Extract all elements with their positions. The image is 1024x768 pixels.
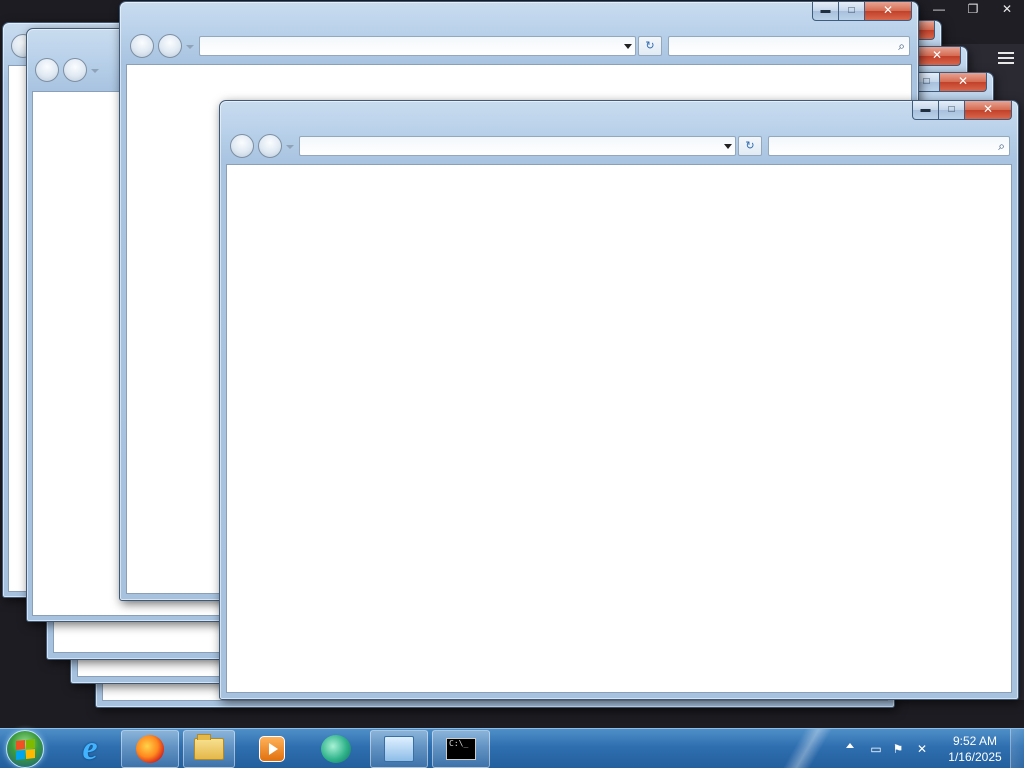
forward-button[interactable] (258, 134, 282, 158)
taskbar-firefox[interactable] (121, 730, 179, 768)
windows-logo-icon (15, 738, 35, 760)
start-button[interactable] (6, 730, 44, 768)
clock[interactable]: 9:52 AM 1/16/2025 (940, 733, 1010, 765)
cmd-icon: C:\_ (446, 738, 476, 760)
taskbar-remote-desktop[interactable] (370, 730, 428, 768)
taskbar-ie[interactable]: e (62, 730, 118, 768)
media-player-icon (259, 736, 285, 762)
maximize-button[interactable]: □ (939, 101, 965, 120)
close-button[interactable]: ✕ (865, 2, 912, 21)
ie-icon: e (82, 730, 98, 767)
address-dropdown-icon[interactable] (724, 144, 732, 149)
recent-pages-arrow[interactable] (91, 69, 99, 73)
window-content (226, 164, 1012, 693)
close-button[interactable]: ✕ (990, 0, 1024, 18)
restore-button[interactable]: ❐ (956, 0, 990, 18)
address-bar[interactable] (299, 136, 736, 156)
address-dropdown-icon[interactable] (624, 44, 632, 49)
close-button[interactable]: ✕ (914, 47, 961, 66)
taskbar-cmd[interactable]: C:\_ (432, 730, 490, 768)
minimize-button[interactable]: ▬ (812, 2, 839, 21)
explorer-window-active[interactable]: ▬ □ ✕ ↻ ⌕ (219, 100, 1019, 700)
minimize-button[interactable]: ▬ (912, 101, 939, 120)
address-bar[interactable] (199, 36, 636, 56)
forward-button[interactable] (158, 34, 182, 58)
firefox-icon (136, 735, 164, 763)
taskbar-green-app[interactable] (307, 730, 365, 768)
taskbar-media-player[interactable] (243, 730, 301, 768)
maximize-button[interactable]: □ (839, 2, 865, 21)
refresh-button[interactable]: ↻ (638, 36, 662, 56)
search-box[interactable]: ⌕ (668, 36, 910, 56)
back-button[interactable] (130, 34, 154, 58)
caption-buttons: ▬ □ ✕ (812, 2, 912, 21)
close-button[interactable]: ✕ (965, 101, 1012, 120)
action-center-flag-icon[interactable]: ⚑ (890, 741, 906, 757)
caption-buttons: ▬ □ ✕ (912, 101, 1012, 120)
search-box[interactable]: ⌕ (768, 136, 1010, 156)
search-icon[interactable]: ⌕ (898, 39, 905, 54)
recent-pages-arrow[interactable] (286, 145, 294, 149)
minimize-button[interactable]: — (922, 0, 956, 18)
clock-time: 9:52 AM (952, 734, 998, 748)
folder-icon (194, 734, 224, 760)
clock-date: 1/16/2025 (948, 750, 1002, 764)
back-button[interactable] (35, 58, 59, 82)
dark-browser-controls: — ❐ ✕ (922, 0, 1024, 18)
forward-button[interactable] (63, 58, 87, 82)
taskbar-explorer[interactable] (183, 730, 235, 768)
green-app-icon (321, 735, 351, 763)
close-button[interactable]: ✕ (940, 73, 987, 92)
search-icon[interactable]: ⌕ (998, 139, 1005, 154)
back-button[interactable] (230, 134, 254, 158)
show-desktop-button[interactable] (1010, 729, 1024, 768)
volume-muted-icon[interactable]: ✕ (914, 741, 930, 757)
remote-desktop-icon (384, 736, 414, 762)
refresh-button[interactable]: ↻ (738, 136, 762, 156)
recent-pages-arrow[interactable] (186, 45, 194, 49)
chevron-up-icon[interactable] (846, 743, 854, 748)
taskbar: e C:\_ ▭ ⚑ ✕ 9:52 AM 1/16/2025 (0, 728, 1024, 768)
hamburger-menu-icon[interactable] (998, 52, 1014, 66)
network-icon[interactable]: ▭ (868, 741, 884, 757)
